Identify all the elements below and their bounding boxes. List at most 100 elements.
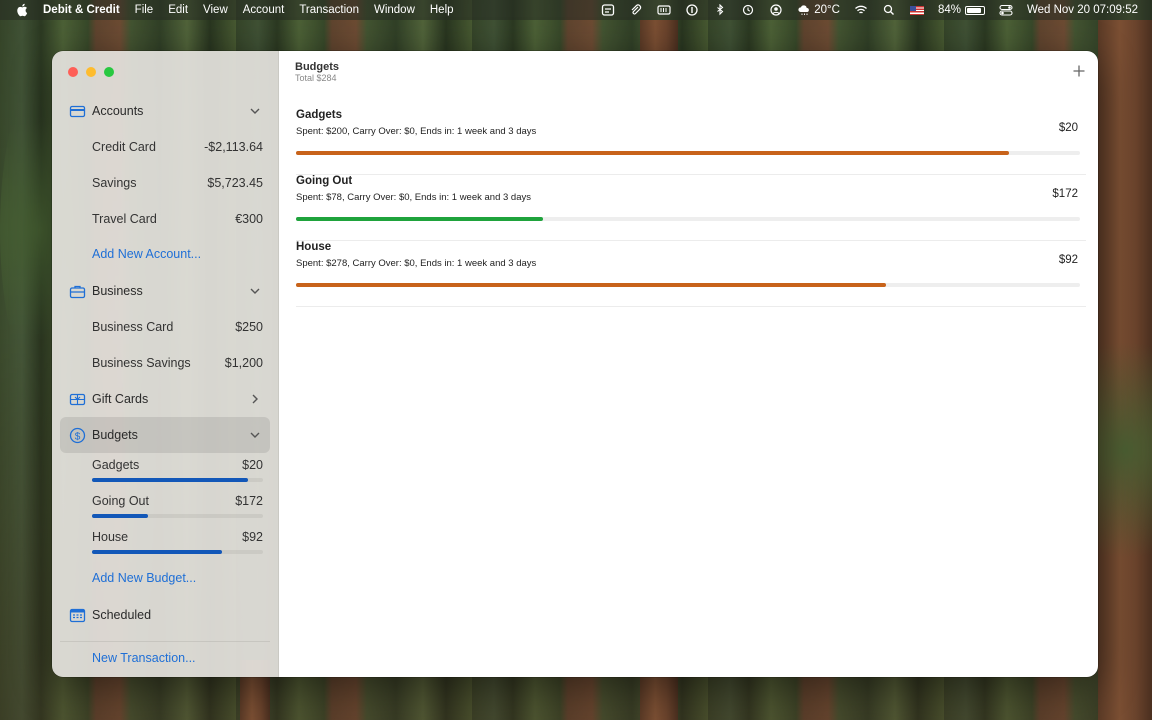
onepassword-icon[interactable]	[685, 4, 699, 16]
budget-progress-fill	[92, 478, 248, 482]
add-new-account-link[interactable]: Add New Account...	[92, 247, 201, 261]
budget-progress-bar	[296, 151, 1080, 155]
menu-view[interactable]: View	[203, 4, 228, 16]
menu-transaction[interactable]: Transaction	[299, 4, 359, 16]
budget-amount: $92	[1058, 254, 1078, 266]
menu-file[interactable]: File	[135, 4, 154, 16]
sidebar-section-title: Accounts	[92, 104, 144, 118]
chevron-down-icon[interactable]	[248, 428, 262, 442]
budget-progress-bar	[92, 550, 263, 554]
menu-edit[interactable]: Edit	[168, 4, 188, 16]
budget-row-house[interactable]: House Spent: $278, Carry Over: $0, Ends …	[296, 241, 1086, 307]
weather-icon	[797, 4, 811, 16]
bluetooth-icon[interactable]	[713, 4, 727, 16]
sidebar-item-amount: $1,200	[224, 356, 263, 370]
menu-window[interactable]: Window	[374, 4, 415, 16]
budget-row-going-out[interactable]: Going Out Spent: $78, Carry Over: $0, En…	[296, 175, 1086, 241]
sidebar-item-travel-card[interactable]: Travel Card €300	[92, 209, 263, 229]
briefcase-icon	[69, 283, 86, 300]
battery-status[interactable]: 84%	[938, 4, 985, 16]
sidebar-item-label: Travel Card	[92, 212, 157, 226]
user-icon[interactable]	[769, 4, 783, 16]
sidebar-item-business-savings[interactable]: Business Savings $1,200	[92, 353, 263, 373]
weather-status[interactable]: 20°C	[797, 4, 840, 16]
status-area: 20°C 84% Wed Nov 20 07:09:52	[601, 4, 1138, 16]
sidebar-item-credit-card[interactable]: Credit Card -$2,113.64	[92, 137, 263, 157]
flag-icon[interactable]	[909, 5, 924, 15]
battery-percent: 84%	[937, 4, 961, 16]
sidebar-section-budgets[interactable]: $ Budgets	[60, 417, 270, 453]
calendar-icon	[69, 607, 86, 624]
chevron-right-icon[interactable]	[248, 392, 262, 406]
sidebar-item-amount: €300	[235, 212, 263, 226]
sidebar-item-label: Credit Card	[92, 140, 156, 154]
chevron-down-icon[interactable]	[248, 284, 262, 298]
wallpaper-foliage	[1090, 300, 1152, 600]
wifi-icon[interactable]	[854, 4, 868, 16]
sidebar-item-amount: $92	[242, 530, 263, 544]
minimize-window-button[interactable]	[86, 67, 96, 77]
zoom-window-button[interactable]	[104, 67, 114, 77]
budget-amount: $20	[1058, 122, 1078, 134]
budget-detail: Spent: $78, Carry Over: $0, Ends in: 1 w…	[296, 192, 531, 203]
new-transaction-button[interactable]: New Transaction...	[92, 651, 196, 665]
budget-progress-bar	[296, 283, 1080, 287]
time-machine-icon[interactable]	[741, 4, 755, 16]
budget-progress-bar	[92, 514, 263, 518]
sidebar-item-budget-house[interactable]: House $92	[92, 527, 263, 547]
sidebar-section-title: Business	[92, 284, 143, 298]
sidebar-item-amount: $172	[235, 494, 263, 508]
credit-card-icon	[69, 103, 86, 120]
memory-icon[interactable]	[657, 4, 671, 16]
budget-row-gadgets[interactable]: Gadgets Spent: $200, Carry Over: $0, End…	[296, 109, 1086, 175]
sidebar-divider	[60, 641, 270, 642]
sidebar-item-label: Business Card	[92, 320, 174, 334]
sidebar-section-accounts[interactable]: Accounts	[60, 93, 270, 129]
spotlight-icon[interactable]	[882, 4, 896, 16]
sidebar-item-amount: $250	[235, 320, 263, 334]
budget-detail: Spent: $200, Carry Over: $0, Ends in: 1 …	[296, 126, 537, 137]
battery-icon	[964, 5, 985, 15]
budget-name: House	[296, 241, 332, 253]
menubar-clock[interactable]: Wed Nov 20 07:09:52	[1027, 4, 1138, 16]
sidebar-item-business-card[interactable]: Business Card $250	[92, 317, 263, 337]
page-title: Budgets	[295, 61, 339, 73]
sidebar-section-title: Budgets	[92, 428, 138, 442]
budget-progress-fill	[92, 550, 222, 554]
sidebar-item-label: House	[92, 530, 129, 544]
budget-progress-bar	[92, 478, 263, 482]
apple-logo-icon[interactable]	[16, 3, 28, 17]
menu-account[interactable]: Account	[243, 4, 285, 16]
sidebar-section-scheduled[interactable]: Scheduled	[60, 597, 270, 633]
chevron-down-icon[interactable]	[248, 104, 262, 118]
close-window-button[interactable]	[68, 67, 78, 77]
sidebar-item-label: Savings	[92, 176, 137, 190]
weather-temperature: 20°C	[814, 4, 840, 16]
budget-name: Going Out	[296, 175, 353, 187]
budget-progress-fill	[296, 151, 1010, 155]
sidebar-item-amount: -$2,113.64	[204, 140, 263, 154]
window-controls	[68, 67, 114, 77]
sidebar-item-amount: $5,723.45	[207, 176, 263, 190]
control-center-icon[interactable]	[999, 4, 1013, 16]
budget-detail: Spent: $278, Carry Over: $0, Ends in: 1 …	[296, 258, 537, 269]
sidebar-section-business[interactable]: Business	[60, 273, 270, 309]
add-new-budget-link[interactable]: Add New Budget...	[92, 571, 196, 585]
sidebar-section-gift-cards[interactable]: Gift Cards	[60, 381, 270, 417]
main-content: Budgets Total $284 Gadgets Spent: $200, …	[279, 51, 1098, 677]
sidebar-item-budget-going-out[interactable]: Going Out $172	[92, 491, 263, 511]
dollar-circle-icon: $	[69, 427, 86, 444]
budget-progress-bar	[296, 217, 1080, 221]
tray-icon[interactable]	[601, 4, 615, 16]
sidebar: Accounts Credit Card -$2,113.64 Savings …	[52, 51, 279, 677]
sidebar-item-budget-gadgets[interactable]: Gadgets $20	[92, 455, 263, 475]
sidebar-item-savings[interactable]: Savings $5,723.45	[92, 173, 263, 193]
paperclip-icon[interactable]	[629, 4, 643, 16]
app-window: Accounts Credit Card -$2,113.64 Savings …	[52, 51, 1098, 677]
sidebar-section-title: Scheduled	[92, 608, 152, 622]
budget-progress-fill	[92, 514, 149, 518]
add-budget-plus-icon[interactable]	[1072, 64, 1086, 78]
gift-icon	[69, 391, 86, 408]
app-menu[interactable]: Debit & Credit	[43, 4, 120, 16]
menu-help[interactable]: Help	[430, 4, 454, 16]
